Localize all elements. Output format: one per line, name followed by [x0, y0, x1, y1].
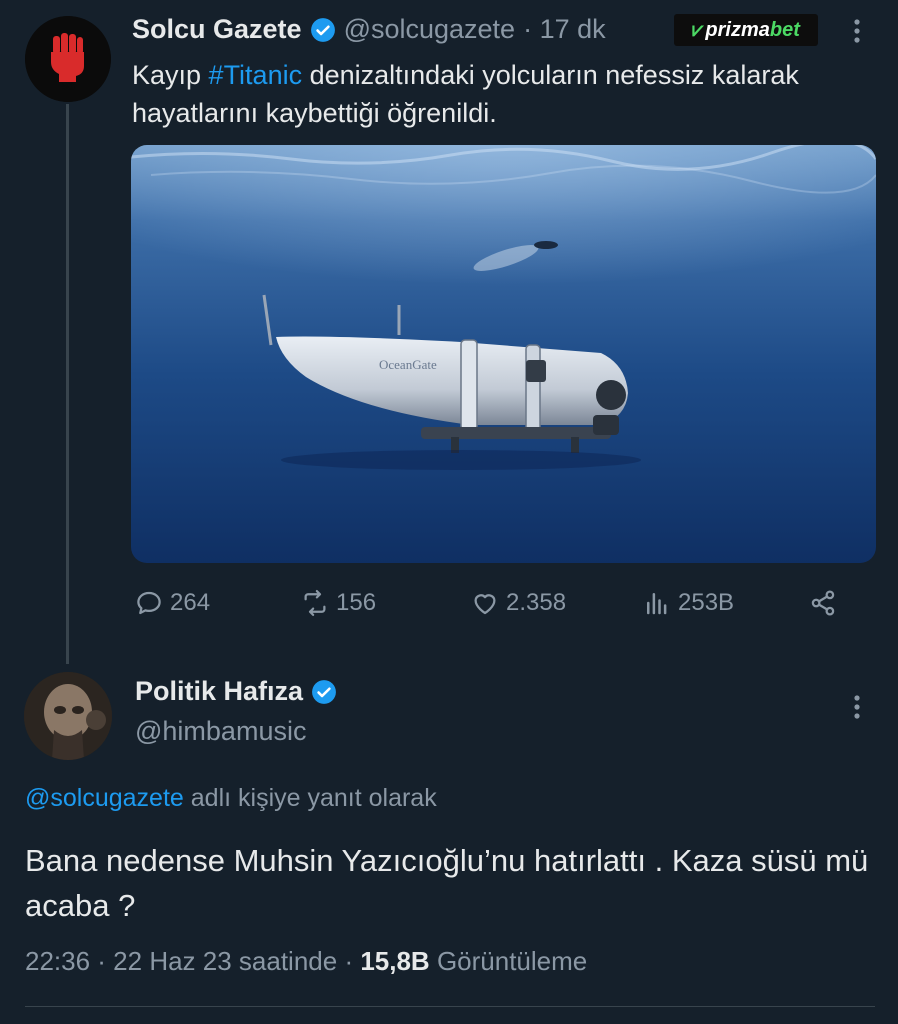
tweet-timestamp[interactable]: 22:36 · 22 Haz 23 saatinde · [25, 946, 360, 976]
author-handle[interactable]: @solcugazete [344, 14, 516, 45]
ad-logo-prefix: prizma [705, 18, 770, 41]
reply-icon [137, 591, 161, 615]
views-button[interactable]: 253B [642, 588, 734, 618]
svg-text:OceanGate: OceanGate [379, 357, 437, 372]
tweet1-header: Solcu Gazete @solcugazete · 17 dk [132, 14, 606, 45]
retweet-button[interactable]: 156 [300, 588, 376, 618]
like-count: 2.358 [506, 589, 567, 616]
more-options-icon[interactable] [846, 14, 868, 48]
views-icon [647, 593, 667, 615]
thread-connector-line [66, 104, 69, 664]
share-icon [811, 590, 835, 616]
like-button[interactable]: 2.358 [470, 588, 566, 618]
retweet-icon [304, 590, 326, 616]
views-label: Görüntüleme [429, 946, 588, 976]
author-handle[interactable]: @himbamusic [135, 716, 306, 747]
tweet2-header: Politik Hafıza [135, 676, 337, 707]
reply-to-handle-link[interactable]: @solcugazete [25, 784, 184, 812]
tweet-time[interactable]: · 17 dk [523, 14, 606, 45]
tweet1-text: Kayıp #Titanic denizaltındaki yolcuların… [132, 60, 799, 128]
tweet2-text: Bana nedense Muhsin Yazıcıoğlu’nu hatırl… [25, 843, 869, 923]
retweet-count: 156 [336, 589, 377, 616]
hashtag-link[interactable]: #Titanic [209, 60, 303, 90]
share-button[interactable] [808, 588, 838, 618]
solcu-gazete-avatar[interactable]: 5G [25, 16, 111, 102]
prizmabet-ad-logo: ⩗ prizma bet [674, 14, 818, 46]
submarine-photo[interactable]: OceanGate [131, 145, 876, 563]
divider [25, 1006, 875, 1007]
views-count: 15,8B [360, 946, 430, 976]
author-name[interactable]: Solcu Gazete [132, 14, 302, 45]
tweet1-actions: 264 156 2.358 253B [132, 588, 852, 628]
reply-count: 264 [170, 589, 211, 616]
view-count: 253B [678, 589, 735, 616]
verified-badge-icon [310, 17, 336, 43]
ad-logo-mark-icon: ⩗ [692, 18, 704, 41]
like-icon [474, 594, 496, 615]
ad-logo-suffix: bet [769, 18, 800, 41]
author-name[interactable]: Politik Hafıza [135, 676, 303, 707]
reply-button[interactable]: 264 [134, 588, 210, 618]
tweet-metadata: 22:36 · 22 Haz 23 saatinde · 15,8B Görün… [25, 946, 587, 977]
more-options-icon[interactable] [846, 690, 868, 724]
replying-to: @solcugazete adlı kişiye yanıt olarak [25, 784, 437, 812]
svg-text:5G: 5G [61, 82, 75, 93]
verified-badge-icon [311, 679, 337, 705]
politik-hafiza-avatar[interactable] [24, 672, 112, 760]
